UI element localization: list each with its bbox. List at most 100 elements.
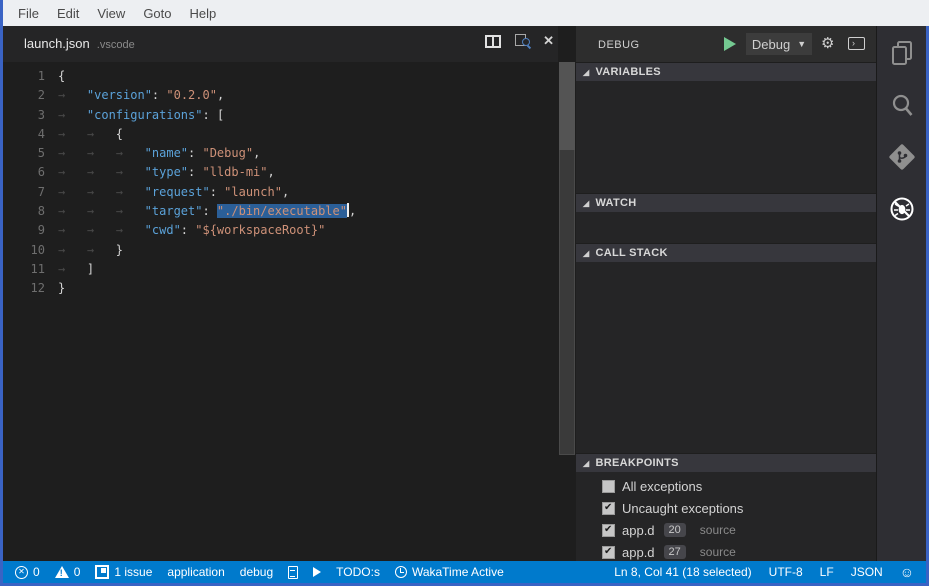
checkbox[interactable] <box>602 546 615 559</box>
start-debug-button[interactable] <box>724 37 736 51</box>
code-token: "Debug" <box>202 146 253 160</box>
code-line[interactable]: 2→"version": "0.2.0", <box>3 86 558 105</box>
tab-whitespace-arrow: → <box>58 163 87 182</box>
code-token: [ <box>217 108 224 122</box>
log-file-button[interactable] <box>288 566 298 579</box>
search-icon[interactable] <box>888 91 916 119</box>
tab-whitespace-arrow: → <box>116 144 145 163</box>
line-number: 8 <box>3 202 45 221</box>
code-line[interactable]: 10→→} <box>3 241 558 260</box>
editor-scrollbar[interactable] <box>558 62 576 561</box>
launch-config-dropdown[interactable]: Debug ▼ <box>746 33 812 55</box>
breakpoint-source: source <box>700 545 736 559</box>
section-variables-label: VARIABLES <box>595 66 660 78</box>
wakatime-status[interactable]: WakaTime Active <box>395 565 504 579</box>
menu-file[interactable]: File <box>9 6 48 21</box>
open-preview-icon[interactable] <box>514 34 530 48</box>
code-token: } <box>116 243 123 257</box>
section-watch[interactable]: ◢ WATCH <box>576 193 876 212</box>
section-watch-label: WATCH <box>595 197 636 209</box>
explorer-files-icon[interactable] <box>888 39 916 67</box>
split-editor-icon[interactable] <box>485 35 501 48</box>
menu-edit[interactable]: Edit <box>48 6 88 21</box>
breakpoint-label: app.d <box>622 523 655 538</box>
code-token: "${workspaceRoot}" <box>195 223 325 237</box>
debug-disabled-bug-icon[interactable] <box>888 195 916 223</box>
variables-body <box>576 81 876 193</box>
run-button[interactable] <box>313 567 321 577</box>
preview-magnifier-handle <box>527 45 531 49</box>
breakpoint-row[interactable]: app.d 20 source <box>576 519 876 541</box>
code-line[interactable]: 4→→{ <box>3 125 558 144</box>
code-line[interactable]: 1{ <box>3 67 558 86</box>
editor-tab[interactable]: launch.json.vscode <box>24 36 135 51</box>
error-icon: ✕ <box>15 566 28 579</box>
menu-help[interactable]: Help <box>181 6 226 21</box>
code-token: "configurations" <box>87 108 203 122</box>
cursor-position[interactable]: Ln 8, Col 41 (18 selected) <box>614 565 751 579</box>
line-number: 11 <box>3 260 45 279</box>
checkbox[interactable] <box>602 502 615 515</box>
menu-view[interactable]: View <box>88 6 134 21</box>
debug-console-icon[interactable]: › <box>848 37 865 50</box>
menu-goto[interactable]: Goto <box>134 6 180 21</box>
line-number: 4 <box>3 125 45 144</box>
code-line[interactable]: 11→] <box>3 260 558 279</box>
issue-label: 1 issue <box>114 565 152 579</box>
tab-whitespace-arrow: → <box>58 144 87 163</box>
code-line[interactable]: 7→→→"request": "launch", <box>3 183 558 202</box>
code-token: "lldb-mi" <box>202 165 267 179</box>
debug-sidebar: DEBUG Debug ▼ ⚙ › ◢ VARIABLES ◢ WATCH ◢ … <box>576 26 877 561</box>
editor-title-bar: launch.json.vscode ✕ <box>3 26 558 62</box>
code-line[interactable]: 9→→→"cwd": "${workspaceRoot}" <box>3 221 558 240</box>
build-config-label: debug <box>240 565 273 579</box>
project-status[interactable]: application <box>167 565 224 579</box>
checkbox[interactable] <box>602 480 615 493</box>
breakpoint-row[interactable]: app.d 27 source <box>576 541 876 563</box>
line-number: 10 <box>3 241 45 260</box>
breakpoint-row[interactable]: Uncaught exceptions <box>576 497 876 519</box>
todo-label: TODO:s <box>336 565 380 579</box>
git-icon[interactable] <box>888 143 916 171</box>
code-line[interactable]: 5→→→"name": "Debug", <box>3 144 558 163</box>
language-selector[interactable]: JSON <box>851 565 883 579</box>
eol-value: LF <box>820 565 834 579</box>
section-variables[interactable]: ◢ VARIABLES <box>576 62 876 81</box>
section-breakpoints-label: BREAKPOINTS <box>595 457 678 469</box>
feedback-smiley[interactable]: ☺ <box>900 565 914 579</box>
status-bar: ✕ 0 0 1 issue application debug TODO:s W… <box>3 561 926 583</box>
scrollbar-thumb[interactable] <box>559 62 575 150</box>
configure-gear-icon[interactable]: ⚙ <box>821 34 834 54</box>
breakpoints-body: All exceptions Uncaught exceptions app.d… <box>576 472 876 561</box>
tab-whitespace-arrow: → <box>87 125 116 144</box>
smiley-icon: ☺ <box>900 565 914 579</box>
eol-selector[interactable]: LF <box>820 565 834 579</box>
section-breakpoints[interactable]: ◢ BREAKPOINTS <box>576 453 876 472</box>
error-count[interactable]: ✕ 0 <box>15 565 40 579</box>
issues-status[interactable]: 1 issue <box>95 565 152 579</box>
tab-whitespace-arrow: → <box>58 260 87 279</box>
collapse-arrow-icon: ◢ <box>583 459 589 468</box>
tab-whitespace-arrow: → <box>116 221 145 240</box>
encoding-value: UTF-8 <box>769 565 803 579</box>
warning-count[interactable]: 0 <box>55 565 81 579</box>
code-line[interactable]: 3→"configurations": [ <box>3 106 558 125</box>
code-line[interactable]: 8→→→"target": "./bin/executable", <box>3 202 558 221</box>
breakpoint-label: All exceptions <box>622 479 702 494</box>
build-config-status[interactable]: debug <box>240 565 273 579</box>
line-number: 2 <box>3 86 45 105</box>
breakpoint-row[interactable]: All exceptions <box>576 475 876 497</box>
close-editor-icon[interactable]: ✕ <box>543 34 554 48</box>
code-token: "0.2.0" <box>166 88 217 102</box>
line-number: 6 <box>3 163 45 182</box>
code-lines[interactable]: 1{2→"version": "0.2.0",3→"configurations… <box>3 62 558 561</box>
code-line[interactable]: 6→→→"type": "lldb-mi", <box>3 163 558 182</box>
tab-whitespace-arrow: → <box>87 241 116 260</box>
code-line[interactable]: 12} <box>3 279 558 298</box>
checkbox[interactable] <box>602 524 615 537</box>
section-callstack[interactable]: ◢ CALL STACK <box>576 243 876 262</box>
todo-status[interactable]: TODO:s <box>336 565 380 579</box>
tab-whitespace-arrow: → <box>87 144 116 163</box>
encoding-selector[interactable]: UTF-8 <box>769 565 803 579</box>
breakpoint-label: app.d <box>622 545 655 560</box>
